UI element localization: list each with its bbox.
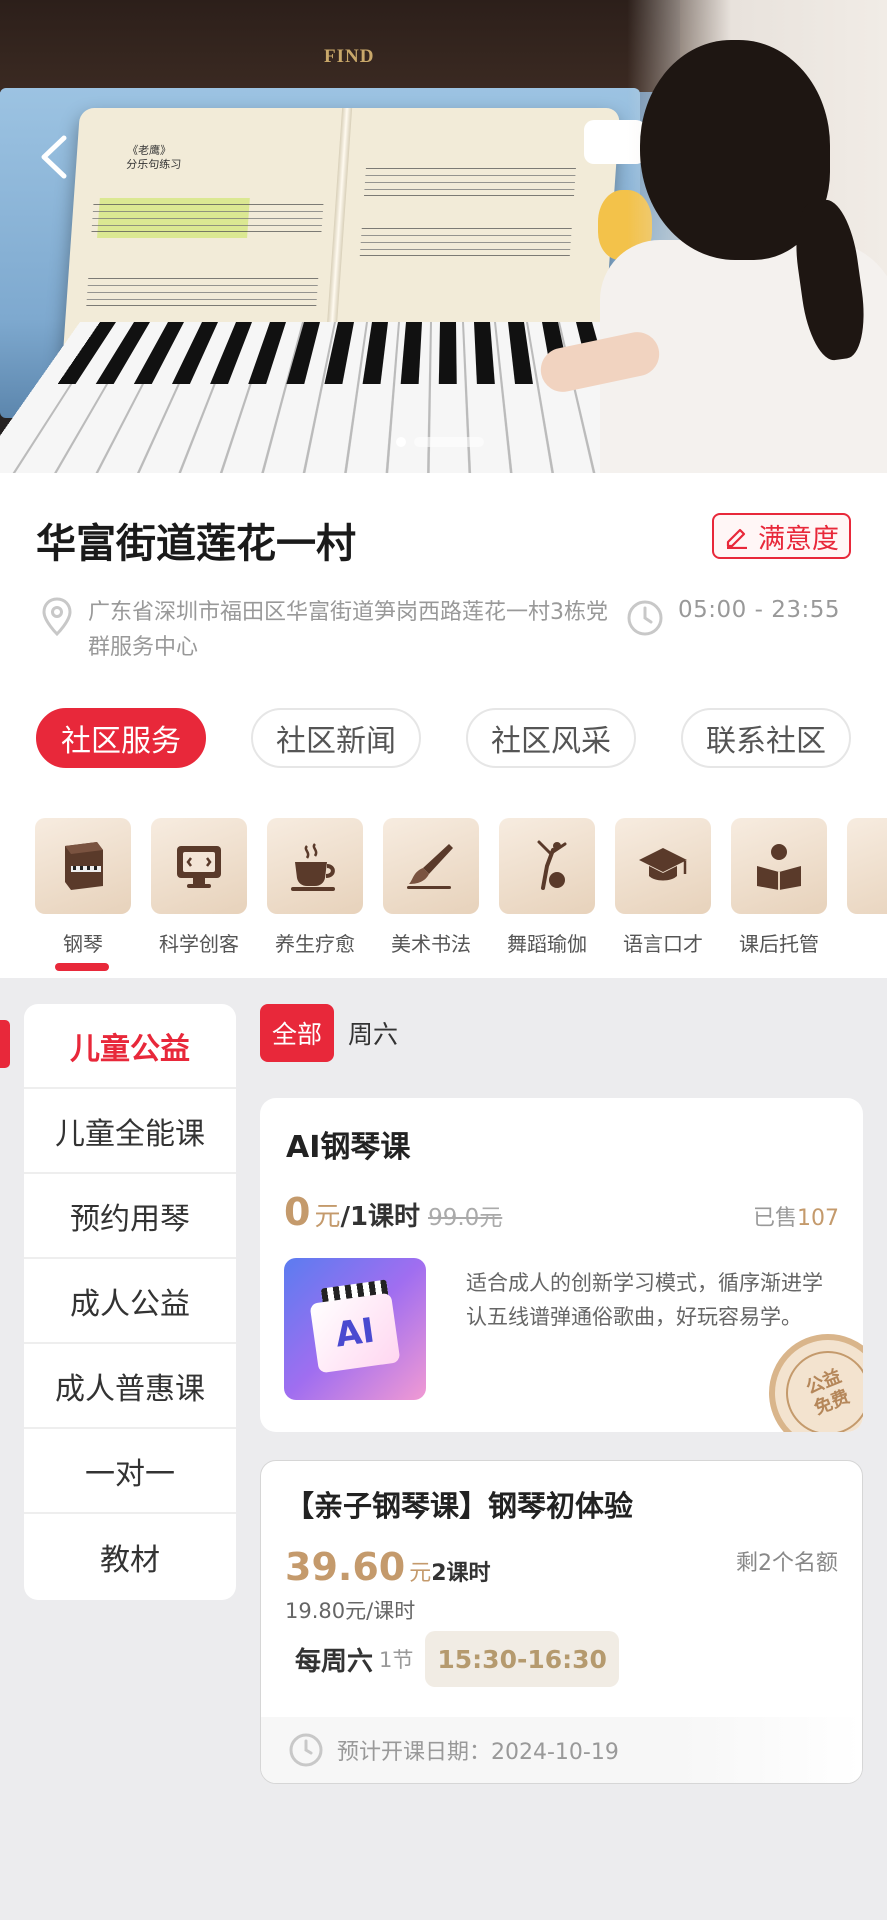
satisfaction-button[interactable]: 满意度 [712,513,851,559]
price-per-lesson: 19.80元/课时 [285,1599,416,1623]
filter-all[interactable]: 全部 [260,1004,335,1062]
ai-logo: AI [309,1292,401,1374]
category-piano[interactable]: 钢琴 [35,818,131,957]
carousel-indicator [396,437,484,447]
side-marker [0,1020,10,1068]
course-title: 【亲子钢琴课】钢琴初体验 [285,1489,634,1523]
satisfaction-label: 满意度 [758,523,839,555]
category-label: 美术书法 [391,932,471,956]
day-filter: 全部 周六 [260,1004,410,1062]
carousel-dot-active [396,437,406,447]
book-title: 《老鹰》 分乐句练习 [125,144,182,172]
price-unit: 元 [314,1202,341,1232]
category-wellness[interactable]: 养生疗愈 [267,818,363,957]
sidebar-item-one-on-one[interactable]: 一对一 [24,1429,236,1514]
sold-count: 已售107 [752,1206,839,1231]
sidebar-item-children-charity[interactable]: 儿童公益 [24,1004,236,1089]
category-label: 养生疗愈 [275,932,355,956]
price-value: 39.60 [285,1545,406,1589]
category-label: 课后托管 [739,932,819,956]
brush-icon [407,844,453,889]
sidebar-item-adult-affordable[interactable]: 成人普惠课 [24,1344,236,1429]
original-price: 99.0元 [428,1205,503,1231]
tab-contact-community[interactable]: 联系社区 [681,708,851,768]
reading-icon [757,844,801,890]
tab-community-news[interactable]: 社区新闻 [251,708,421,768]
course-title: AI钢琴课 [286,1130,411,1165]
page-title: 华富街道莲花一村 [36,521,356,567]
start-date: 预计开课日期：2024-10-19 [337,1740,619,1765]
category-language[interactable]: 语言口才 [615,818,711,957]
course-card[interactable]: AI钢琴课 0 元 /1课时 99.0元 已售107 AI 适合成人的创新学习模… [260,1098,863,1432]
schedule-count: 1节 [379,1648,414,1672]
pencil-icon [726,528,747,549]
schedule-time: 15:30-16:30 [425,1631,619,1687]
tab-community-style[interactable]: 社区风采 [466,708,636,768]
sidebar-item-adult-charity[interactable]: 成人公益 [24,1259,236,1344]
category-label: 钢琴 [63,932,103,956]
back-button[interactable] [36,132,76,182]
lesson-count: 2课时 [431,1561,491,1586]
opening-hours: 05:00 - 23:55 [678,597,840,623]
carousel-dot [414,437,484,447]
category-label: 语言口才 [623,932,703,956]
dancer-icon [537,840,567,890]
clock-icon [627,600,663,636]
category-art[interactable]: 美术书法 [383,818,479,957]
sidebar-item-children-allround[interactable]: 儿童全能课 [24,1089,236,1174]
piano-brand: FIND [324,46,375,67]
sidebar-item-reserve-piano[interactable]: 预约用琴 [24,1174,236,1259]
category-afterschool[interactable]: 课后托管 [731,818,827,957]
price-value: 0 [284,1190,311,1234]
course-price: 39.60 元 2课时 [285,1545,491,1589]
category-row: 钢琴 科学创客 养生疗愈 美术书法 舞蹈瑜伽 语言口才 课后托管 [0,818,887,978]
hero-banner[interactable]: FIND 《老鹰》 分乐句练习 [0,0,887,473]
category-dance[interactable]: 舞蹈瑜伽 [499,818,595,957]
location-pin-icon [42,597,72,637]
category-active-indicator [55,963,109,971]
venue-address: 广东省深圳市福田区华富街道笋岗西路莲花一村3栋党群服务中心 [88,600,608,660]
course-sidebar: 儿童公益 儿童全能课 预约用琴 成人公益 成人普惠课 一对一 教材 [24,1004,236,1600]
community-tabs: 社区服务 社区新闻 社区风采 联系社区 [36,708,851,768]
start-date-row: 预计开课日期：2024-10-19 [261,1717,862,1783]
graduation-cap-icon [639,848,687,881]
course-thumbnail: AI [284,1258,426,1400]
sidebar-item-textbook[interactable]: 教材 [24,1514,236,1599]
category-label: 科学创客 [159,932,239,956]
chevron-left-icon [41,135,67,179]
course-card[interactable]: 【亲子钢琴课】钢琴初体验 39.60 元 2课时 剩2个名额 19.80元/课时… [260,1460,863,1784]
category-more[interactable] [847,818,887,914]
remaining-spots: 剩2个名额 [736,1551,838,1576]
category-label: 舞蹈瑜伽 [507,932,587,956]
price-unit: 元 [409,1561,432,1586]
schedule-day: 每周六 [295,1646,374,1677]
course-price: 0 元 /1课时 99.0元 [284,1190,502,1234]
monitor-icon [177,846,221,888]
venue-info: 华富街道莲花一村 满意度 广东省深圳市福田区华富街道笋岗西路莲花一村3栋党群服务… [0,473,887,978]
piano-icon [65,842,103,890]
tab-community-service[interactable]: 社区服务 [36,708,206,768]
clock-icon [289,1733,323,1767]
course-description: 适合成人的创新学习模式，循序渐进学认五线谱弹通俗歌曲，好玩容易学。 [466,1271,823,1329]
category-science[interactable]: 科学创客 [151,818,247,957]
course-schedule: 每周六 1节 15:30-16:30 [295,1631,619,1687]
price-per: /1课时 [340,1202,421,1232]
teacup-icon [291,843,335,891]
filter-saturday[interactable]: 周六 [336,1004,410,1062]
